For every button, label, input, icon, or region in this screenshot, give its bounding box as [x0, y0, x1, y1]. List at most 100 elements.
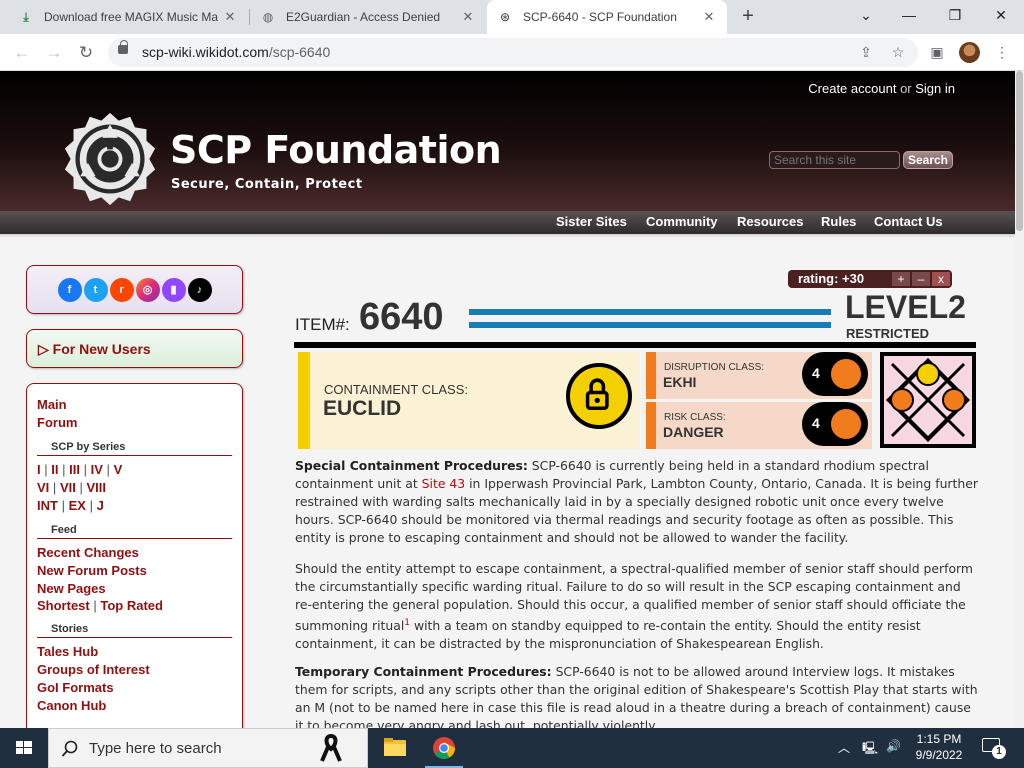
disruption-class-label: DISRUPTION CLASS:	[664, 362, 765, 373]
header-bar	[469, 309, 831, 315]
goi-formats-link[interactable]: GoI Formats	[37, 680, 114, 695]
volume-icon[interactable]: 🔊	[886, 739, 901, 768]
close-tab-icon[interactable]: ✕	[701, 9, 717, 25]
new-pages-link[interactable]: New Pages	[37, 581, 106, 596]
nav-resources[interactable]: Resources	[737, 214, 803, 229]
profile-avatar[interactable]	[959, 42, 980, 63]
url-path: /scp-6640	[268, 44, 331, 60]
nav-sister-sites[interactable]: Sister Sites	[556, 214, 627, 229]
twitter-icon[interactable]: t	[83, 277, 108, 302]
tab-scp-6640[interactable]: ⊛ SCP-6640 - SCP Foundation ✕	[487, 0, 727, 34]
top-rated-link[interactable]: Top Rated	[100, 598, 163, 613]
show-hidden-icons-chevron-icon[interactable]: ︿	[838, 739, 850, 768]
series-row-2: VI | VII | VIII	[37, 480, 106, 495]
windows-start-icon[interactable]	[0, 728, 48, 768]
series-vi-link[interactable]: VI	[37, 480, 49, 495]
minimize-button[interactable]: —	[886, 0, 932, 30]
create-account-link[interactable]: Create account	[808, 81, 896, 96]
tiktok-icon[interactable]: ♪	[187, 277, 212, 302]
file-explorer-button[interactable]	[372, 728, 418, 768]
taskbar-search-box[interactable]: Type here to search	[48, 728, 368, 768]
series-viii-link[interactable]: VIII	[86, 480, 106, 495]
series-vii-link[interactable]: VII	[60, 480, 76, 495]
reload-button[interactable]: ↻	[72, 39, 100, 67]
nav-rules[interactable]: Rules	[821, 214, 856, 229]
shortest-top-rated-row: Shortest | Top Rated	[37, 598, 163, 613]
new-forum-posts-link[interactable]: New Forum Posts	[37, 563, 147, 578]
share-icon[interactable]: ⇪	[856, 42, 876, 62]
forward-button[interactable]: →	[40, 39, 68, 67]
rate-up-button[interactable]: +	[892, 272, 910, 286]
network-icon[interactable]: 🖳	[862, 739, 878, 768]
site-title[interactable]: SCP Foundation	[170, 128, 502, 172]
series-iv-link[interactable]: IV	[91, 462, 103, 477]
series-ii-link[interactable]: II	[51, 462, 58, 477]
groups-of-interest-link[interactable]: Groups of Interest	[37, 662, 150, 677]
address-bar[interactable]: scp-wiki.wikidot.com/scp-6640	[108, 38, 918, 67]
scrollbar-thumb[interactable]	[1016, 71, 1023, 231]
tab-title: SCP-6640 - SCP Foundation	[523, 10, 677, 24]
new-users-link[interactable]: ▷ For New Users	[38, 341, 151, 358]
rating-module: rating: +30 + – x	[788, 270, 952, 288]
site-search-button[interactable]: Search	[903, 151, 953, 169]
download-icon: ⤓	[23, 9, 29, 24]
series-i-link[interactable]: I	[37, 462, 41, 477]
nav-community[interactable]: Community	[646, 214, 718, 229]
tab-search-icon[interactable]: ⌄	[843, 0, 889, 30]
side-panel-icon[interactable]: ▣	[927, 42, 947, 62]
site-subtitle: Secure, Contain, Protect	[171, 177, 363, 192]
lock-icon[interactable]	[118, 40, 128, 54]
facebook-icon[interactable]: f	[57, 277, 82, 302]
taskbar-clock[interactable]: 1:15 PM 9/9/2022	[905, 731, 973, 763]
close-tab-icon[interactable]: ✕	[222, 9, 238, 25]
folder-icon	[384, 738, 406, 756]
tab-title: Download free MAGIX Music Ma	[44, 10, 219, 24]
tab-title: E2Guardian - Access Denied	[286, 10, 441, 24]
twitch-icon[interactable]: ▮	[161, 277, 186, 302]
shortest-link[interactable]: Shortest	[37, 598, 90, 613]
tales-hub-link[interactable]: Tales Hub	[37, 644, 98, 659]
menu-main[interactable]: Main	[37, 397, 67, 412]
close-window-button[interactable]: ✕	[978, 0, 1024, 30]
series-int-link[interactable]: INT	[37, 498, 58, 513]
instagram-icon[interactable]: ◎	[135, 277, 160, 302]
back-button[interactable]: ←	[8, 39, 36, 67]
procedures-heading: Special Containment Procedures:	[295, 458, 528, 473]
recent-changes-link[interactable]: Recent Changes	[37, 545, 139, 560]
globe-icon: ◍	[262, 10, 274, 24]
tab-strip: ⤓ Download free MAGIX Music Ma ✕ ◍ E2Gua…	[0, 0, 1024, 34]
rate-cancel-button[interactable]: x	[932, 272, 950, 286]
site-43-link[interactable]: Site 43	[422, 476, 466, 491]
awareness-ribbon-icon[interactable]	[319, 732, 343, 764]
close-tab-icon[interactable]: ✕	[460, 9, 476, 25]
notification-center-button[interactable]: 1	[980, 736, 1010, 760]
radiation-icon	[828, 406, 864, 442]
chrome-taskbar-button[interactable]	[421, 728, 467, 768]
series-ex-link[interactable]: EX	[69, 498, 86, 513]
login-or: or	[900, 81, 912, 96]
restore-button[interactable]: ❐	[932, 0, 978, 30]
escape-procedures-paragraph: Should the entity attempt to escape cont…	[295, 560, 978, 653]
bookmark-star-icon[interactable]: ☆	[888, 42, 908, 62]
series-iii-link[interactable]: III	[69, 462, 80, 477]
new-tab-button[interactable]: +	[735, 4, 761, 30]
nav-contact-us[interactable]: Contact Us	[874, 214, 943, 229]
page-viewport: Create account or Sign in SCP Foundation…	[0, 71, 1024, 728]
sign-in-link[interactable]: Sign in	[915, 81, 955, 96]
site-search-input[interactable]	[769, 151, 900, 169]
new-users-box[interactable]: ▷ For New Users	[26, 329, 243, 368]
side-menu: Main Forum SCP by Series I | II | III | …	[26, 383, 243, 728]
menu-kebab-icon[interactable]: ⋮	[992, 42, 1012, 62]
class-diamond-icon	[880, 352, 976, 448]
menu-forum[interactable]: Forum	[37, 415, 77, 430]
divider	[37, 637, 232, 638]
page-scrollbar[interactable]	[1015, 71, 1024, 728]
canon-hub-link[interactable]: Canon Hub	[37, 698, 106, 713]
reddit-icon[interactable]: r	[109, 277, 134, 302]
series-j-link[interactable]: J	[97, 498, 104, 513]
rate-down-button[interactable]: –	[912, 272, 930, 286]
tab-magix[interactable]: ⤓ Download free MAGIX Music Ma ✕	[8, 0, 248, 34]
scp-logo-icon[interactable]	[62, 111, 158, 207]
series-v-link[interactable]: V	[114, 462, 123, 477]
tab-e2guardian[interactable]: ◍ E2Guardian - Access Denied ✕	[250, 0, 486, 34]
